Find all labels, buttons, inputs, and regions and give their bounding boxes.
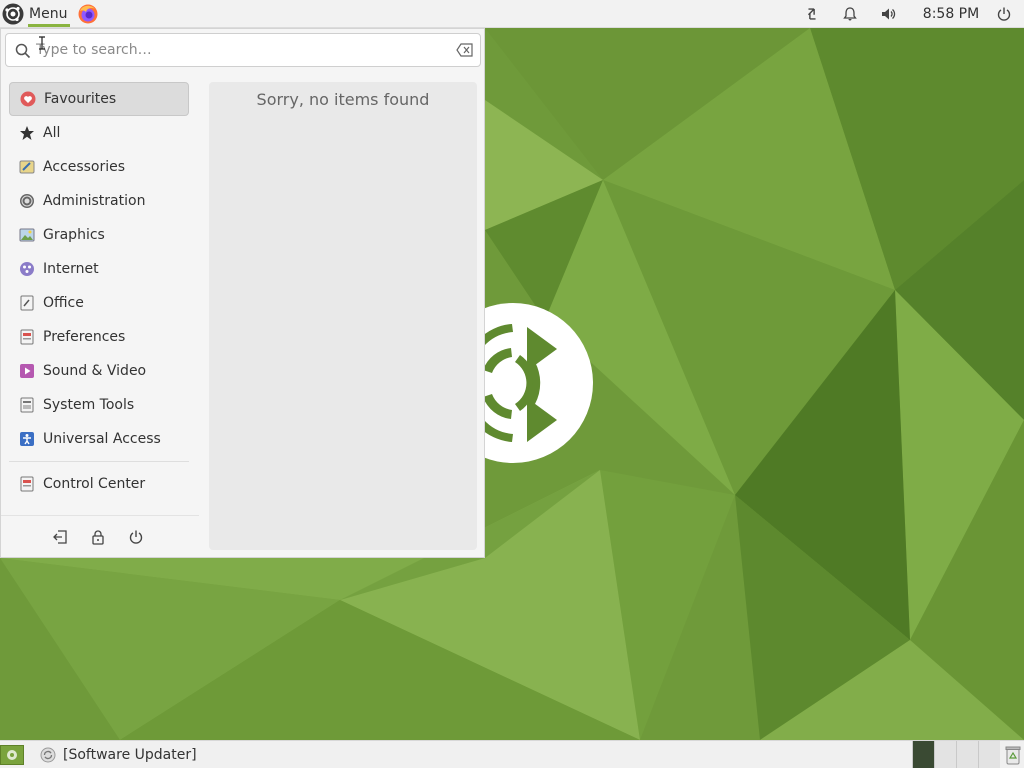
trash-button[interactable] — [1002, 743, 1024, 767]
top-panel: Menu 8:58 PM — [0, 0, 1024, 28]
category-favourites[interactable]: Favourites — [9, 82, 189, 116]
workspace-3[interactable] — [956, 741, 978, 768]
logout-icon — [53, 530, 67, 544]
star-icon — [19, 125, 35, 141]
volume-icon — [882, 8, 896, 20]
category-label: Internet — [43, 261, 99, 277]
search-box[interactable] — [5, 33, 481, 67]
shutdown-button[interactable] — [127, 528, 145, 546]
control-center-label: Control Center — [43, 476, 146, 492]
lock-icon — [92, 530, 104, 545]
category-accessories[interactable]: Accessories — [9, 150, 189, 184]
lock-screen-button[interactable] — [89, 528, 107, 546]
search-icon — [15, 43, 31, 59]
category-label: All — [43, 125, 61, 141]
category-label: Universal Access — [43, 431, 161, 447]
show-desktop-button[interactable] — [0, 745, 24, 765]
category-universal-access[interactable]: Universal Access — [9, 422, 189, 456]
logout-button[interactable] — [51, 528, 69, 546]
control-center-list: Control Center — [9, 467, 189, 501]
network-transfer-icon — [807, 8, 816, 20]
notification-bell-icon — [843, 7, 857, 21]
clear-search-icon[interactable] — [456, 43, 474, 57]
category-sound-video[interactable]: Sound & Video — [9, 354, 189, 388]
category-label: Preferences — [43, 329, 126, 345]
session-buttons — [41, 526, 161, 548]
category-label: System Tools — [43, 397, 135, 413]
graphics-icon — [19, 227, 35, 243]
workspace-switcher — [912, 741, 1002, 768]
category-graphics[interactable]: Graphics — [9, 218, 189, 252]
category-label: Graphics — [43, 227, 105, 243]
preferences-icon — [19, 329, 35, 345]
application-menu: Favourites All Accessories Administratio… — [0, 28, 485, 558]
workspace-2[interactable] — [934, 741, 956, 768]
ubuntu-mate-logo-icon — [2, 3, 24, 24]
menu-separator — [1, 515, 199, 516]
power-button[interactable] — [992, 0, 1016, 28]
category-label: Accessories — [43, 159, 126, 175]
show-desktop-icon — [7, 750, 17, 760]
trash-icon — [1005, 746, 1021, 765]
category-label: Administration — [43, 193, 146, 209]
category-label: Sound & Video — [43, 363, 147, 379]
menu-active-indicator — [28, 24, 70, 27]
applications-pane: Sorry, no items found — [209, 82, 477, 550]
category-system-tools[interactable]: System Tools — [9, 388, 189, 422]
search-input[interactable] — [36, 38, 446, 62]
menu-separator — [9, 461, 189, 462]
administration-icon — [19, 193, 35, 209]
taskbar-item-label: [Software Updater] — [63, 747, 197, 763]
software-updater-icon — [40, 747, 56, 763]
category-internet[interactable]: Internet — [9, 252, 189, 286]
control-center-icon — [19, 476, 35, 492]
firefox-icon[interactable] — [77, 3, 99, 25]
taskbar-item-software-updater[interactable]: [Software Updater] — [34, 742, 203, 768]
notifications-button[interactable] — [838, 0, 862, 28]
category-label: Favourites — [44, 91, 117, 107]
control-center-item[interactable]: Control Center — [9, 467, 189, 501]
system-tools-icon — [19, 397, 35, 413]
bottom-panel: [Software Updater] — [0, 740, 1024, 768]
power-icon — [997, 7, 1011, 21]
heart-icon — [20, 91, 36, 107]
category-administration[interactable]: Administration — [9, 184, 189, 218]
shutdown-icon — [129, 530, 143, 544]
category-all[interactable]: All — [9, 116, 189, 150]
internet-icon — [19, 261, 35, 277]
category-label: Office — [43, 295, 84, 311]
category-office[interactable]: Office — [9, 286, 189, 320]
clock-label: 8:58 PM — [922, 6, 980, 22]
menu-label: Menu — [29, 5, 68, 22]
category-preferences[interactable]: Preferences — [9, 320, 189, 354]
workspace-4[interactable] — [978, 741, 1000, 768]
text-cursor — [39, 36, 45, 50]
accessories-icon — [19, 159, 35, 175]
volume-button[interactable] — [876, 0, 900, 28]
clock[interactable]: 8:58 PM — [916, 0, 986, 28]
universal-access-icon — [19, 431, 35, 447]
office-icon — [19, 295, 35, 311]
workspace-1[interactable] — [912, 741, 934, 768]
category-list: Favourites All Accessories Administratio… — [9, 82, 189, 456]
sound-video-icon — [19, 363, 35, 379]
network-transfer-button[interactable] — [800, 0, 824, 28]
empty-results-message: Sorry, no items found — [256, 90, 430, 109]
